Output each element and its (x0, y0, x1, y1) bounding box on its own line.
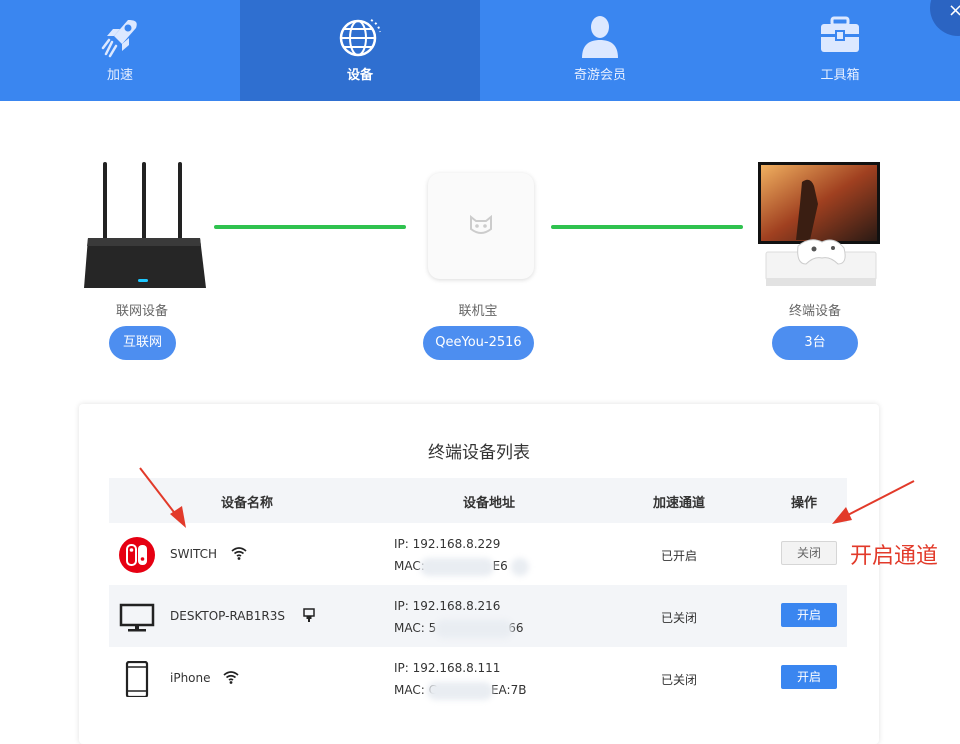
arrow-to-close-button (832, 480, 915, 524)
annotation-text: 开启通道 (850, 544, 939, 569)
annotation-arrows (139, 467, 915, 528)
arrow-to-device-name (139, 467, 186, 528)
